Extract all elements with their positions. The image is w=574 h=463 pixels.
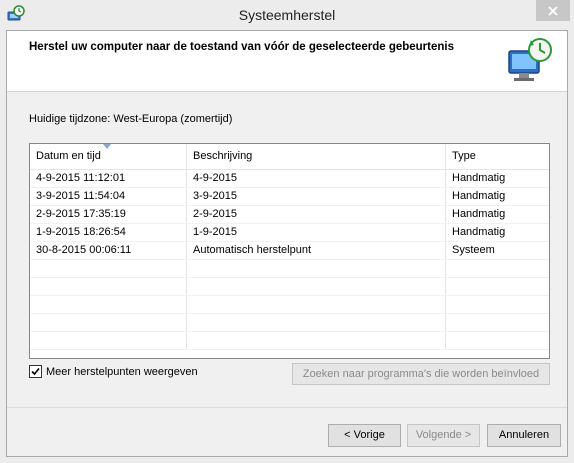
table-cell: [446, 260, 549, 277]
table-row[interactable]: 1-9-2015 18:26:54 1-9-2015 Handmatig: [30, 224, 549, 242]
table-cell: [446, 332, 549, 349]
table-cell: [187, 332, 446, 349]
column-header-label: Type: [452, 150, 476, 162]
table-cell: [30, 332, 187, 349]
table-cell: 2-9-2015: [187, 206, 446, 223]
checkbox-label: Meer herstelpunten weergeven: [46, 365, 198, 378]
table-cell: 3-9-2015 11:54:04: [30, 188, 187, 205]
table-cell: 1-9-2015: [187, 224, 446, 241]
table-cell: Systeem: [452, 244, 495, 256]
table-cell: [30, 260, 187, 277]
checkbox-box[interactable]: [29, 365, 42, 378]
table-cell: Handmatig: [452, 226, 506, 238]
computer-restore-icon: [508, 38, 552, 81]
timezone-label: Huidige tijdzone: West-Europa (zomertijd…: [29, 113, 233, 125]
table-cell: 2-9-2015 17:35:19: [30, 206, 187, 223]
window-title: Systeemherstel: [238, 7, 336, 23]
header-panel: Herstel uw computer naar de toestand van…: [7, 31, 567, 92]
table-row[interactable]: 30-8-2015 00:06:11 Automatisch herstelpun…: [30, 242, 549, 260]
column-header-label: Beschrijving: [193, 150, 253, 162]
more-restore-points-checkbox[interactable]: Meer herstelpunten weergeven: [29, 365, 198, 378]
table-row[interactable]: [30, 296, 549, 314]
table-row[interactable]: [30, 314, 549, 332]
divider: [7, 407, 567, 408]
sort-descending-icon: [103, 144, 111, 149]
checkmark-icon: [31, 367, 40, 376]
header-text: Herstel uw computer naar de toestand van…: [29, 41, 454, 53]
close-icon: [548, 5, 558, 16]
table-cell: 4-9-2015: [187, 170, 446, 187]
table-cell: 3-9-2015: [187, 188, 446, 205]
title-bar: Systeemherstel: [0, 0, 574, 30]
table-cell: Handmatig: [452, 190, 506, 202]
column-header-type[interactable]: Type: [446, 144, 549, 169]
table-cell: 1-9-2015 18:26:54: [30, 224, 187, 241]
table-cell: 30-8-2015 00:06:11: [30, 242, 187, 259]
table-row[interactable]: 4-9-2015 11:12:01 4-9-2015 Handmatig: [30, 170, 549, 188]
table-cell: [30, 314, 187, 331]
restore-points-list[interactable]: Datum en tijd Beschrijving Type 4-9-2015…: [29, 143, 550, 359]
table-row[interactable]: 2-9-2015 17:35:19 2-9-2015 Handmatig: [30, 206, 549, 224]
column-header-label: Datum en tijd: [36, 150, 101, 162]
table-cell: 4-9-2015 11:12:01: [30, 170, 187, 187]
table-cell: [446, 314, 549, 331]
table-row[interactable]: [30, 332, 549, 350]
table-cell: Handmatig: [452, 208, 506, 220]
table-cell: [187, 260, 446, 277]
cancel-button[interactable]: Annuleren: [487, 424, 561, 447]
table-cell: [187, 278, 446, 295]
table-cell: [446, 296, 549, 313]
close-button[interactable]: [536, 0, 570, 21]
next-button[interactable]: Volgende >: [407, 424, 480, 447]
table-row[interactable]: 3-9-2015 11:54:04 3-9-2015 Handmatig: [30, 188, 549, 206]
search-affected-programs-button[interactable]: Zoeken naar programma's die worden beïnv…: [292, 363, 550, 385]
column-header-description[interactable]: Beschrijving: [187, 144, 446, 169]
table-cell: Handmatig: [452, 172, 506, 184]
table-cell: [30, 296, 187, 313]
table-cell: [187, 296, 446, 313]
table-cell: [30, 278, 187, 295]
table-row[interactable]: [30, 278, 549, 296]
table-cell: [187, 314, 446, 331]
back-button[interactable]: < Vorige: [328, 424, 401, 447]
list-header: Datum en tijd Beschrijving Type: [30, 144, 549, 170]
column-header-date[interactable]: Datum en tijd: [30, 144, 187, 169]
table-cell: Automatisch herstelpunt: [187, 242, 446, 259]
dialog-body: Herstel uw computer naar de toestand van…: [6, 30, 568, 457]
table-cell: [446, 278, 549, 295]
table-row[interactable]: [30, 260, 549, 278]
